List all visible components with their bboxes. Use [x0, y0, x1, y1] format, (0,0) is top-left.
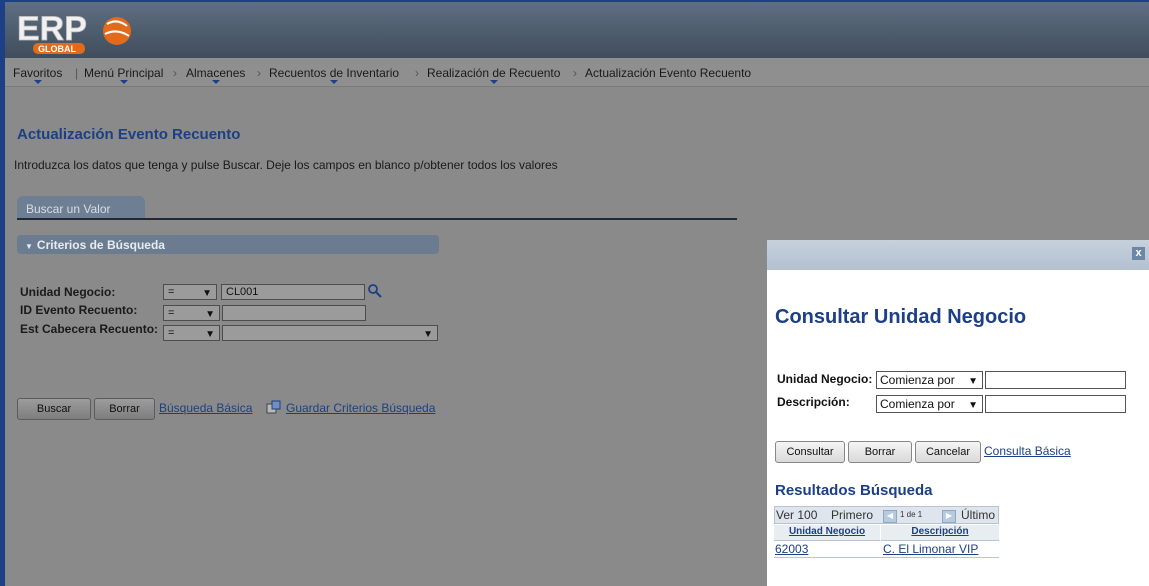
app-header: ERP GLOBAL [5, 2, 1149, 58]
page-instructions: Introduzca los datos que tenga y pulse B… [14, 158, 558, 172]
unidad-negocio-operator-select[interactable]: = ▼ [163, 284, 217, 300]
est-cabecera-value-select[interactable]: ▼ [222, 325, 438, 341]
busqueda-basica-link[interactable]: Búsqueda Básica [159, 401, 252, 415]
breadcrumb-nav: Favoritos | Menú Principal › Almacenes ›… [5, 58, 1149, 87]
nav-recuentos-inventario[interactable]: Recuentos de Inventario [269, 66, 400, 84]
est-cabecera-label: Est Cabecera Recuento: [20, 322, 159, 336]
breadcrumb-separator: › [257, 66, 261, 80]
chevron-down-icon: ▼ [968, 400, 978, 411]
next-page-icon[interactable]: ▶ [942, 510, 956, 523]
prev-page-icon[interactable]: ◀ [883, 510, 897, 523]
result-descripcion[interactable]: C. El Limonar VIP [883, 541, 978, 557]
results-title: Resultados Búsqueda [775, 482, 933, 499]
save-criteria-icon[interactable] [266, 400, 282, 415]
operator-value: Comienza por [880, 397, 955, 411]
page-info: 1 de 1 [900, 510, 923, 519]
consultar-button[interactable]: Consultar [775, 441, 845, 463]
chevron-down-icon: ▼ [205, 329, 215, 340]
est-cabecera-operator-select[interactable]: = ▼ [163, 325, 220, 341]
nav-actualizacion-evento-label: Actualización Evento Recuento [585, 66, 752, 80]
erp-global-logo: ERP GLOBAL [17, 10, 131, 54]
breadcrumb-separator: › [415, 66, 419, 80]
ver-100-link[interactable]: Ver 100 [776, 508, 817, 522]
nav-menu-principal[interactable]: Menú Principal [84, 66, 164, 84]
chevron-down-icon [33, 80, 42, 84]
lookup-dialog: x Consultar Unidad Negocio Unidad Negoci… [767, 240, 1149, 586]
operator-value: Comienza por [880, 373, 955, 387]
nav-realizacion-recuento-label: Realización de Recuento [427, 66, 561, 80]
borrar-button[interactable]: Borrar [94, 398, 155, 420]
lookup-descripcion-label: Descripción: [777, 395, 850, 409]
chevron-down-icon: ▼ [202, 288, 212, 299]
row-divider [774, 557, 999, 558]
dialog-titlebar[interactable]: x [767, 240, 1149, 270]
unidad-negocio-input[interactable]: CL001 [221, 284, 365, 300]
nav-recuentos-inventario-label: Recuentos de Inventario [269, 66, 400, 80]
tab-underline [17, 218, 737, 220]
chevron-down-icon: ▼ [423, 329, 433, 340]
consulta-basica-link[interactable]: Consulta Básica [984, 444, 1071, 458]
nav-favoritos-label: Favoritos [13, 66, 63, 80]
tab-buscar-valor[interactable]: Buscar un Valor [17, 196, 145, 220]
dialog-title: Consultar Unidad Negocio [775, 306, 1027, 328]
chevron-down-icon [489, 80, 498, 84]
chevron-down-icon: ▼ [968, 376, 978, 387]
cancelar-button[interactable]: Cancelar [915, 441, 981, 463]
id-evento-label: ID Evento Recuento: [20, 303, 138, 317]
nav-actualizacion-evento[interactable]: Actualización Evento Recuento [585, 66, 751, 80]
chevron-down-icon: ▼ [205, 309, 215, 320]
breadcrumb-separator: › [573, 66, 577, 80]
lookup-unidad-input[interactable] [985, 371, 1126, 389]
lookup-borrar-button[interactable]: Borrar [848, 441, 912, 463]
nav-favoritos[interactable]: Favoritos [13, 66, 63, 84]
lookup-descripcion-input[interactable] [985, 395, 1126, 413]
nav-almacenes[interactable]: Almacenes [186, 66, 246, 84]
col-unidad-negocio-header[interactable]: Unidad Negocio [774, 525, 880, 541]
chevron-down-icon [119, 80, 128, 84]
operator-value: = [168, 327, 175, 339]
nav-realizacion-recuento[interactable]: Realización de Recuento [427, 66, 561, 84]
id-evento-operator-select[interactable]: = ▼ [163, 305, 220, 321]
nav-almacenes-label: Almacenes [186, 66, 246, 80]
nav-menu-principal-label: Menú Principal [84, 66, 164, 80]
search-icon[interactable] [367, 283, 383, 299]
lookup-unidad-label: Unidad Negocio: [777, 372, 873, 386]
buscar-button[interactable]: Buscar [17, 398, 91, 420]
results-grid-nav: Ver 100 Primero ◀ 1 de 1 ▶ Último [774, 506, 999, 524]
close-icon[interactable]: x [1132, 247, 1145, 260]
guardar-criterios-link[interactable]: Guardar Criterios Búsqueda [286, 401, 435, 415]
svg-text:ERP: ERP [17, 10, 87, 48]
search-criteria-section[interactable]: ▼ Criterios de Búsqueda [17, 235, 439, 254]
breadcrumb-separator: › [173, 66, 177, 80]
result-unidad-negocio[interactable]: 62003 [775, 541, 808, 557]
primero-label: Primero [831, 508, 874, 522]
operator-value: = [168, 286, 175, 298]
lookup-unidad-operator-select[interactable]: Comienza por ▼ [876, 371, 983, 389]
lookup-descripcion-operator-select[interactable]: Comienza por ▼ [876, 395, 983, 413]
unidad-negocio-label: Unidad Negocio: [20, 285, 116, 299]
chevron-down-icon [330, 80, 339, 84]
section-title: Criterios de Búsqueda [36, 238, 165, 252]
ultimo-label: Último [961, 508, 996, 522]
page-title: Actualización Evento Recuento [17, 126, 241, 143]
chevron-down-icon [211, 80, 220, 84]
col-descripcion-header[interactable]: Descripción [881, 525, 999, 541]
collapse-triangle-icon: ▼ [25, 242, 33, 251]
nav-divider: | [75, 66, 79, 80]
operator-value: = [168, 307, 175, 319]
svg-text:GLOBAL: GLOBAL [38, 44, 76, 54]
id-evento-input[interactable] [222, 305, 366, 321]
